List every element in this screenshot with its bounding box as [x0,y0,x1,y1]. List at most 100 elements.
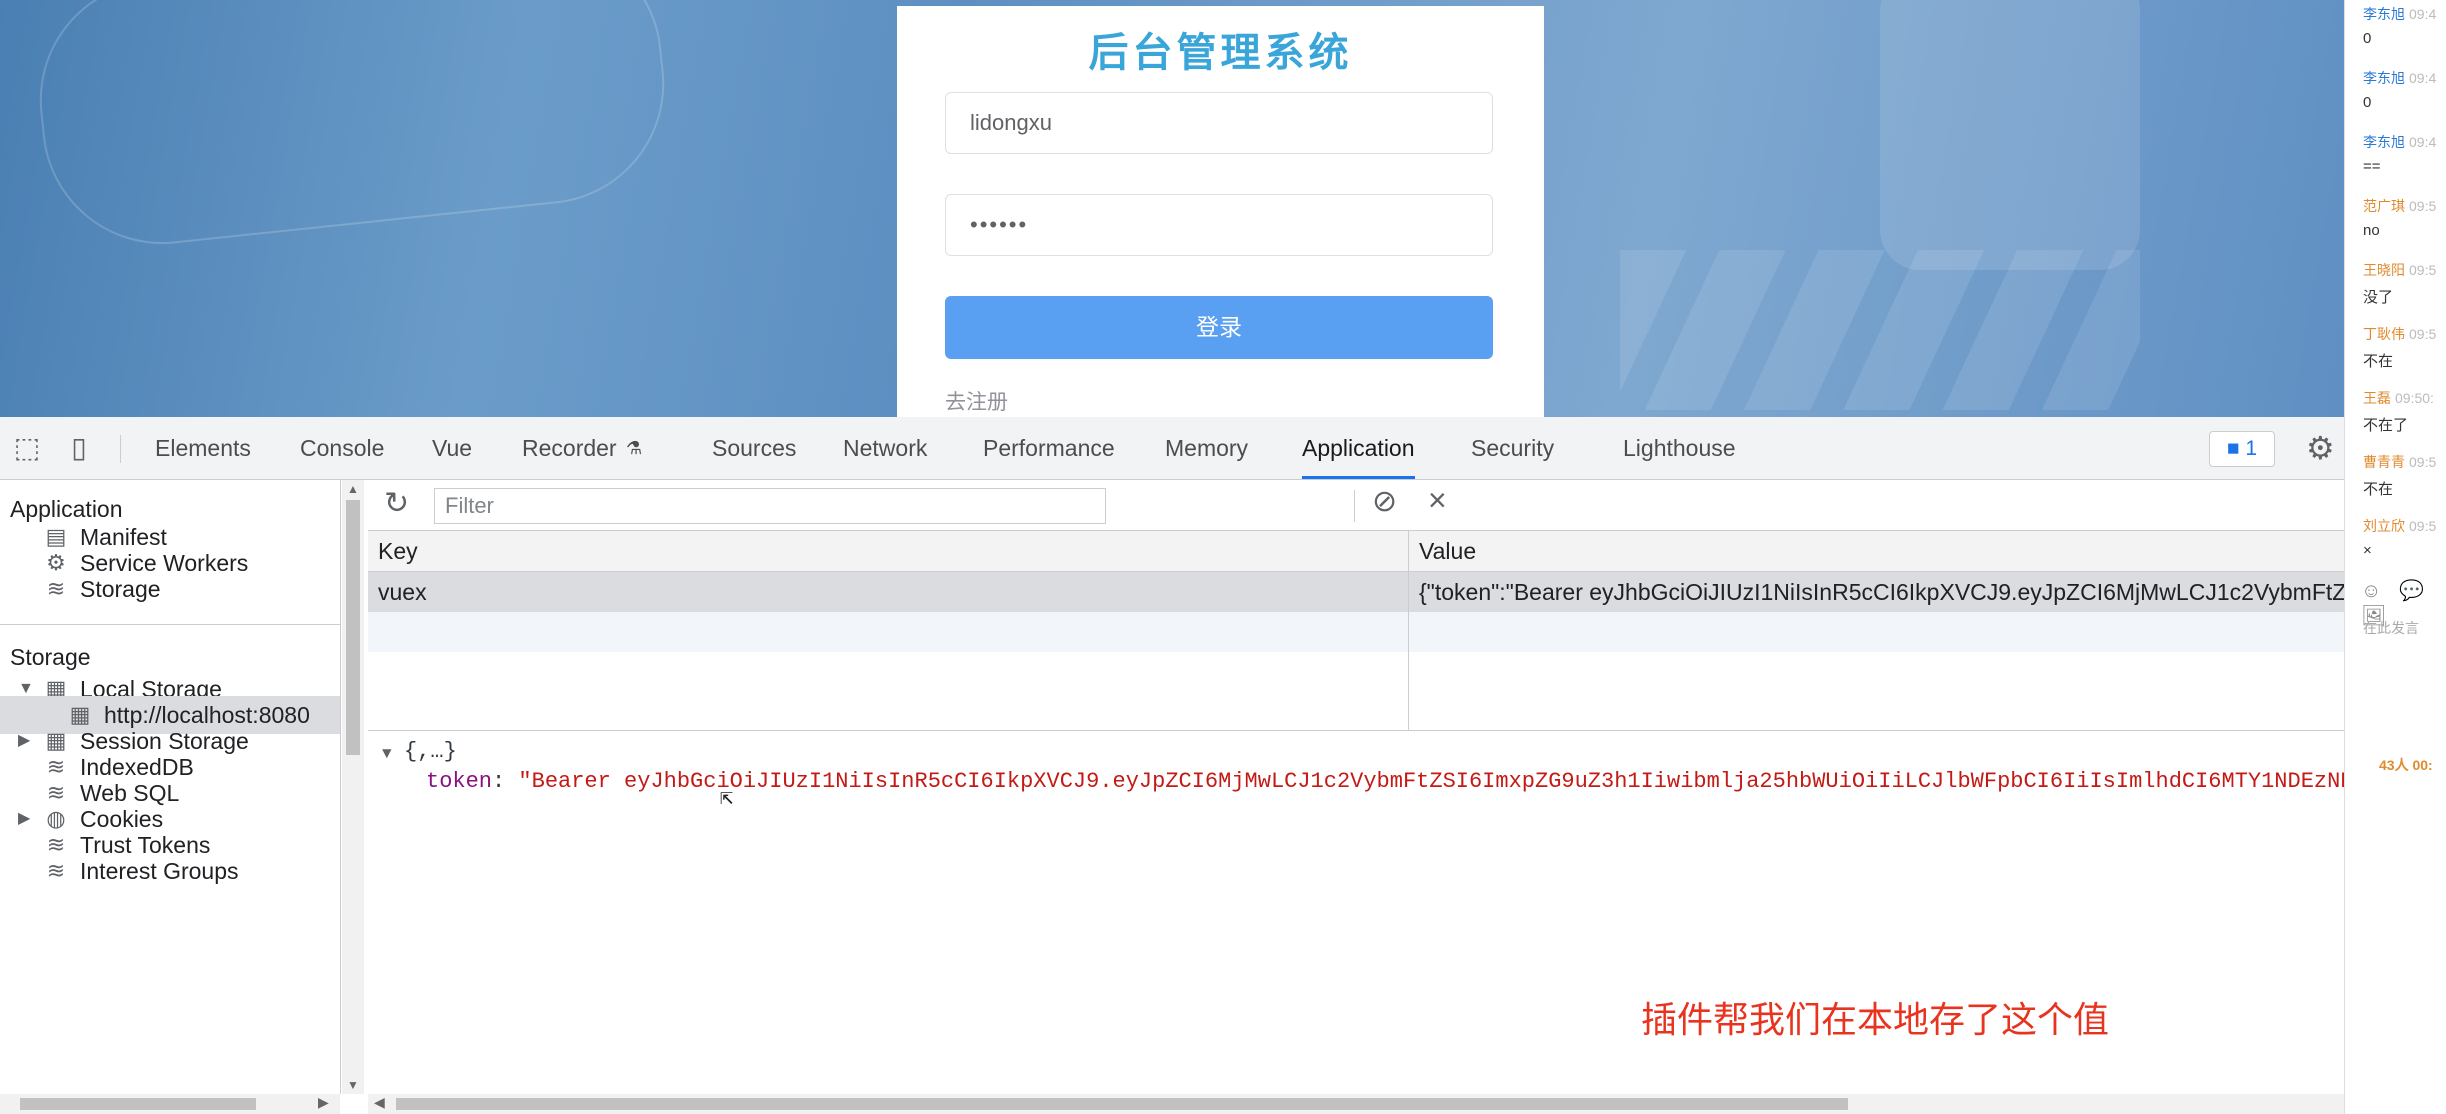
toolbar-separator [1354,490,1355,522]
chat-time: 09:5 [2409,518,2437,534]
chat-message: 曹青青 09:5 不在 [2363,452,2446,499]
chat-sender[interactable]: 曹青青 [2363,454,2405,470]
scroll-down-arrow-icon[interactable]: ▼ [347,1078,359,1092]
local-storage-panel: ↻ Filter ⊘ × Key Value vuex {"token":"Be… [368,480,2344,1094]
row-value: {"token":"Bearer eyJhbGciOiJIUzI1NiIsInR… [1419,579,2344,605]
inspect-element-icon[interactable]: ⬚ [10,431,44,465]
tab-vue[interactable]: Vue [432,417,472,479]
sidebar-item-interest-groups[interactable]: ≋ Interest Groups [0,852,340,890]
tab-recorder[interactable]: Recorder [522,417,617,479]
sidebar-scrollbar[interactable]: ▲ ▼ [342,480,364,1094]
chat-text: 0 [2363,94,2372,111]
chat-sender[interactable]: 范广琪 [2363,198,2405,214]
scrollbar-thumb[interactable] [396,1098,1848,1110]
scroll-up-arrow-icon[interactable]: ▲ [347,482,359,496]
property-value: "Bearer eyJhbGciOiJIUzI1NiIsInR5cCI6IkpX… [518,769,2344,794]
delete-selected-icon[interactable]: × [1428,482,1447,519]
chat-member-count: 43人 00: [2379,755,2433,775]
tab-console[interactable]: Console [300,417,384,479]
chat-sender[interactable]: 王磊 [2363,390,2391,406]
tab-network[interactable]: Network [843,417,927,479]
chat-time: 09:4 [2409,6,2437,22]
sidebar-item-label: Interest Groups [80,858,239,884]
chat-text: == [2363,158,2381,175]
chat-sender[interactable]: 丁耿伟 [2363,326,2405,342]
tab-performance[interactable]: Performance [983,417,1115,479]
chat-text: × [2363,542,2372,559]
scroll-right-arrow-icon[interactable]: ▶ [318,1094,329,1111]
chat-message: 李东旭 09:4 0 [2363,4,2446,47]
username-field[interactable]: lidongxu [945,92,1493,154]
chat-sender[interactable]: 刘立欣 [2363,518,2405,534]
chat-message-header: 王晓阳 09:5 [2363,260,2446,280]
preview-summary[interactable]: {,…} [404,739,457,764]
experiment-flask-icon: ⚗ [626,438,643,458]
database-icon: ≋ [46,858,66,883]
chat-time: 09:4 [2409,70,2437,86]
device-toolbar-icon[interactable]: ▯ [62,431,96,465]
chat-time: 09:5 [2409,198,2437,214]
chat-message: 李东旭 09:4 0 [2363,68,2446,111]
filter-input[interactable]: Filter [434,488,1106,524]
chat-count-extra: 00: [2412,757,2433,773]
background-decoration [1880,0,2140,270]
register-link[interactable]: 去注册 [945,386,1008,416]
chat-sender[interactable]: 王晓阳 [2363,262,2405,278]
column-divider [1408,531,1409,730]
main-horizontal-scrollbar[interactable]: ◀ [368,1094,2344,1114]
chat-message-header: 刘立欣 09:5 [2363,516,2446,536]
chat-message-header: 范广琪 09:5 [2363,196,2446,216]
empty-table-row [368,612,2344,652]
refresh-icon[interactable]: ↻ [384,486,409,521]
background-decoration [27,0,677,256]
chat-text: no [2363,222,2380,239]
password-field[interactable]: •••••• [945,194,1493,256]
issues-icon: ■ [2226,437,2240,460]
value-preview: ▼ {,…} token: "Bearer eyJhbGciOiJIUzI1Ni… [368,731,2344,1071]
tab-elements[interactable]: Elements [155,417,251,479]
chat-time: 09:5 [2409,454,2437,470]
expanded-arrow-icon[interactable]: ▼ [382,745,392,763]
page-viewport: 后台管理系统 lidongxu •••••• 登录 去注册 [0,0,2344,417]
scrollbar-thumb[interactable] [20,1098,256,1110]
issues-count: 1 [2245,437,2258,460]
scroll-left-arrow-icon[interactable]: ◀ [374,1094,385,1111]
devtools-panel: ⬚ ▯ Elements Console Vue Recorder ⚗ Sources Ne… [0,417,2344,1114]
storage-toolbar: ↻ Filter ⊘ × [368,480,2344,531]
chat-panel: 李东旭 09:4 0 李东旭 09:4 0 李东旭 09:4 == 范广琪 09:5 no 王晓阳 09:… [2344,0,2446,1114]
scrollbar-thumb[interactable] [346,500,360,755]
row-key: vuex [378,579,427,605]
column-header-value[interactable]: Value [1409,531,2344,571]
chat-sender[interactable]: 李东旭 [2363,6,2405,22]
mouse-cursor-icon: ⇱ [720,786,734,811]
login-button[interactable]: 登录 [945,296,1493,359]
tab-security[interactable]: Security [1471,417,1554,479]
sidebar-horizontal-scrollbar[interactable]: ▶ [0,1094,340,1114]
devtools-tabbar: ⬚ ▯ Elements Console Vue Recorder ⚗ Sources Ne… [0,417,2344,480]
chat-sender[interactable]: 李东旭 [2363,134,2405,150]
gear-icon[interactable]: ⚙ [2306,429,2335,467]
sidebar-item-storage[interactable]: ≋ Storage [0,570,340,608]
chat-count-text: 43人 [2379,757,2409,773]
tab-sources[interactable]: Sources [712,417,796,479]
table-row[interactable]: vuex {"token":"Bearer eyJhbGciOiJIUzI1Ni… [368,572,2344,612]
chat-message: 王磊 09:50: 不在了 [2363,388,2446,435]
chat-message: 王晓阳 09:5 没了 [2363,260,2446,307]
sidebar-section-storage: Storage [10,644,91,670]
chat-text: 不在 [2363,481,2394,498]
property-key: token [426,769,493,794]
chat-input[interactable]: 在此发言 [2363,618,2419,638]
toolbar-separator [120,435,121,463]
tab-memory[interactable]: Memory [1165,417,1248,479]
chat-sender[interactable]: 李东旭 [2363,70,2405,86]
tab-application[interactable]: Application [1302,417,1415,479]
background-decoration [1620,250,2140,410]
sidebar-divider [0,624,340,625]
column-header-key[interactable]: Key [368,531,1408,571]
chat-text: 0 [2363,30,2372,47]
sidebar-item-label: Storage [80,576,161,602]
clear-all-icon[interactable]: ⊘ [1372,484,1397,519]
issues-badge[interactable]: ■ 1 [2209,431,2275,467]
tab-lighthouse[interactable]: Lighthouse [1623,417,1736,479]
chat-message: 刘立欣 09:5 × [2363,516,2446,559]
